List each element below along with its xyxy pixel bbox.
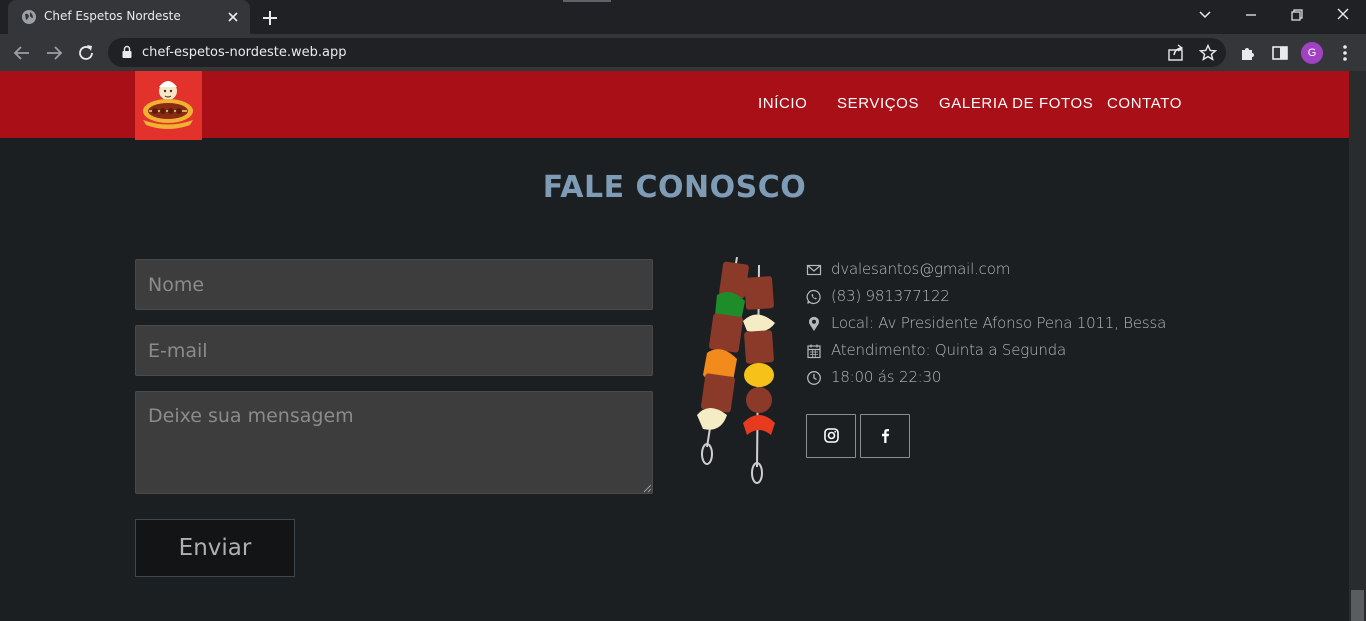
envelope-icon: [806, 264, 822, 276]
section-title: FALE CONOSCO: [542, 170, 807, 205]
profile-avatar[interactable]: G: [1301, 42, 1323, 64]
menu-kebab-icon[interactable]: [1334, 42, 1356, 64]
chef-logo-icon: [143, 81, 193, 129]
browser-tab[interactable]: Chef Espetos Nordeste: [8, 0, 250, 34]
browser-tab-strip: Chef Espetos Nordeste: [0, 0, 1366, 34]
site-header: INÍCIO SERVIÇOS GALERIA DE FOTOS CONTATO: [0, 71, 1349, 140]
url-text[interactable]: chef-espetos-nordeste.web.app: [142, 45, 347, 60]
facebook-icon: [882, 429, 889, 443]
share-icon[interactable]: [1166, 43, 1186, 63]
info-email-text: dvalesantos@gmail.com: [831, 260, 1011, 278]
info-schedule-text: Atendimento: Quinta a Segunda: [831, 341, 1066, 359]
new-tab-icon[interactable]: [260, 8, 280, 28]
address-bar[interactable]: chef-espetos-nordeste.web.app: [108, 38, 1226, 67]
bookmark-star-icon[interactable]: [1198, 43, 1218, 63]
minimize-icon[interactable]: [1239, 5, 1263, 25]
resize-handle-icon[interactable]: [642, 483, 652, 493]
map-pin-icon: [809, 316, 819, 331]
reload-icon[interactable]: [75, 42, 97, 64]
calendar-icon: [807, 344, 821, 359]
send-button[interactable]: Enviar: [135, 519, 295, 577]
close-tab-icon[interactable]: [224, 8, 242, 26]
nav-link-contato[interactable]: CONTATO: [1107, 95, 1182, 112]
nav-link-galeria[interactable]: GALERIA DE FOTOS: [939, 95, 1093, 112]
message-textarea[interactable]: [135, 391, 653, 494]
name-input[interactable]: [135, 259, 653, 310]
back-icon[interactable]: [11, 42, 33, 64]
web-page: INÍCIO SERVIÇOS GALERIA DE FOTOS CONTATO…: [0, 71, 1349, 621]
tab-search-icon[interactable]: [1193, 5, 1217, 25]
nav-link-inicio[interactable]: INÍCIO: [758, 95, 807, 112]
close-window-icon[interactable]: [1331, 5, 1355, 25]
extensions-icon[interactable]: [1237, 42, 1259, 64]
instagram-button[interactable]: [806, 414, 856, 458]
globe-icon: [22, 10, 36, 24]
site-logo[interactable]: [135, 71, 202, 140]
lock-icon[interactable]: [120, 45, 134, 59]
whatsapp-icon: [806, 289, 821, 305]
restore-icon[interactable]: [1285, 5, 1309, 25]
clock-icon: [807, 371, 821, 385]
scrollbar-thumb[interactable]: [1351, 590, 1364, 621]
side-panel-icon[interactable]: [1269, 42, 1291, 64]
instagram-icon: [824, 428, 839, 443]
info-location-text: Local: Av Presidente Afonso Pena 1011, B…: [831, 314, 1167, 332]
tab-drag-indicator: [563, 0, 611, 2]
nav-link-servicos[interactable]: SERVIÇOS: [837, 95, 919, 112]
facebook-button[interactable]: [860, 414, 910, 458]
page-scrollbar[interactable]: [1349, 71, 1366, 621]
browser-toolbar: chef-espetos-nordeste.web.app G: [0, 34, 1366, 71]
skewers-illustration: [697, 257, 775, 484]
info-phone-text: (83) 981377122: [831, 287, 950, 305]
tab-title: Chef Espetos Nordeste: [44, 9, 181, 23]
info-hours-text: 18:00 ás 22:30: [831, 368, 942, 386]
forward-icon[interactable]: [43, 42, 65, 64]
email-input[interactable]: [135, 325, 653, 376]
